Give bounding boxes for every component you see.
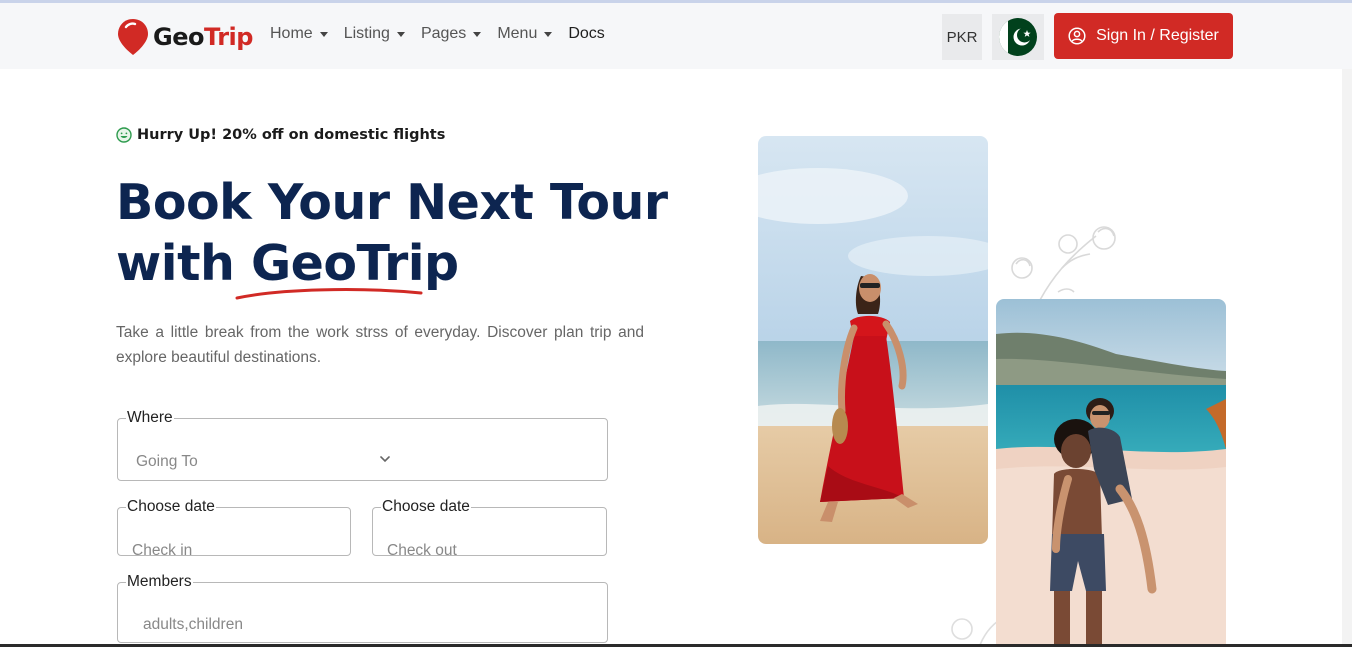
nav-item-docs[interactable]: Docs bbox=[568, 25, 604, 43]
promo-banner: Hurry Up! 20% off on domestic flights bbox=[116, 127, 445, 143]
nav-item-home[interactable]: Home bbox=[270, 25, 328, 43]
smile-icon bbox=[116, 127, 132, 143]
logo-text-trip: Trip bbox=[203, 23, 253, 51]
chevron-down-icon bbox=[380, 456, 390, 463]
caret-down-icon bbox=[544, 31, 553, 37]
check-out-placeholder: Check out bbox=[387, 542, 457, 559]
promo-text: Hurry Up! 20% off on domestic flights bbox=[137, 127, 446, 143]
currency-label: PKR bbox=[946, 28, 978, 46]
main-nav: Home Listing Pages Menu Docs bbox=[270, 25, 621, 43]
woman-beach-photo bbox=[758, 136, 988, 544]
check-out-label: Choose date bbox=[382, 498, 470, 515]
flower-line-art-decoration bbox=[1011, 226, 1116, 301]
check-in-placeholder: Check in bbox=[132, 542, 193, 559]
nav-item-listing[interactable]: Listing bbox=[344, 25, 405, 43]
caret-down-icon bbox=[473, 31, 482, 37]
nav-label-home: Home bbox=[270, 25, 313, 42]
members-field[interactable]: Members adults,children bbox=[117, 573, 608, 643]
logo-text-geo: Geo bbox=[153, 23, 204, 51]
check-in-date-field[interactable]: Choose date Check in bbox=[117, 498, 351, 559]
members-placeholder: adults,children bbox=[143, 616, 243, 633]
hero-title: Book Your Next Tour with GeoTrip bbox=[116, 172, 668, 294]
couple-beach-image bbox=[996, 299, 1226, 647]
couple-beach-photo bbox=[996, 299, 1226, 647]
check-out-date-field[interactable]: Choose date Check out bbox=[372, 498, 607, 559]
hero-title-line1: Book Your Next Tour bbox=[116, 174, 668, 231]
language-selector[interactable] bbox=[992, 14, 1044, 60]
pakistan-flag-icon bbox=[999, 18, 1037, 56]
nav-item-menu[interactable]: Menu bbox=[497, 25, 553, 43]
sign-in-register-button[interactable]: Sign In / Register bbox=[1054, 13, 1233, 59]
flower-line-art-decoration bbox=[951, 618, 999, 646]
members-label: Members bbox=[127, 573, 192, 590]
where-placeholder: Going To bbox=[136, 453, 198, 470]
where-label: Where bbox=[127, 409, 173, 426]
caret-down-icon bbox=[396, 31, 405, 37]
nav-label-listing: Listing bbox=[343, 25, 390, 42]
caret-down-icon bbox=[319, 31, 328, 37]
page-scrollbar[interactable] bbox=[1342, 69, 1352, 647]
user-circle-icon bbox=[1068, 27, 1086, 45]
woman-beach-image bbox=[758, 136, 988, 544]
where-select[interactable]: Where Going To bbox=[117, 409, 608, 481]
nav-item-pages[interactable]: Pages bbox=[420, 25, 482, 43]
site-header: GeoTrip Home Listing Pages Menu Docs PKR… bbox=[0, 3, 1352, 69]
brush-underline-decoration bbox=[235, 288, 423, 300]
currency-selector[interactable]: PKR bbox=[942, 14, 982, 60]
nav-label-pages: Pages bbox=[420, 25, 467, 42]
check-in-label: Choose date bbox=[127, 498, 215, 515]
hero-description: Take a little break from the work strss … bbox=[116, 324, 644, 366]
geotrip-logo[interactable]: GeoTrip bbox=[116, 17, 253, 57]
nav-label-docs: Docs bbox=[568, 25, 605, 42]
sign-in-label: Sign In / Register bbox=[1096, 27, 1219, 44]
map-pin-logo-icon bbox=[118, 19, 148, 55]
nav-label-menu: Menu bbox=[497, 25, 538, 42]
